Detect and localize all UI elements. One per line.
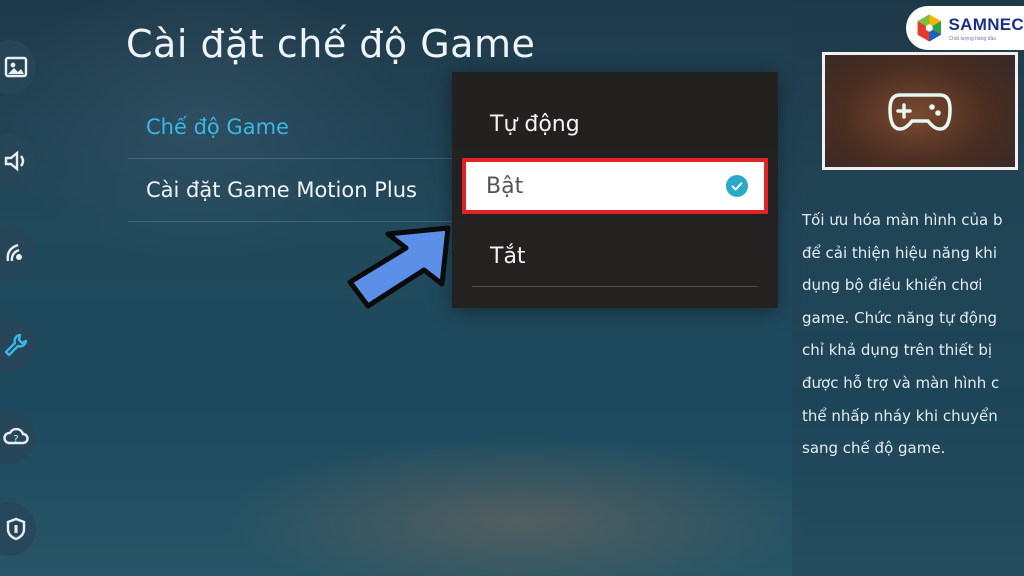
sidebar-item-picture[interactable] (0, 40, 36, 94)
gamepad-icon (888, 93, 952, 131)
sidebar-rail: ? (0, 0, 44, 576)
sidebar-item-general[interactable] (0, 318, 36, 372)
brand-logo: SAMNEC Chất lượng hàng đầu (906, 6, 1024, 50)
sidebar-item-support[interactable]: ? (0, 410, 36, 464)
logo-name: SAMNEC (948, 14, 1024, 34)
support-cloud-icon: ? (3, 427, 29, 445)
sidebar-item-broadcast[interactable] (0, 226, 36, 280)
logo-tagline: Chất lượng hàng đầu (948, 35, 997, 42)
logo-mark-icon (917, 14, 941, 42)
sound-icon (4, 150, 25, 172)
option-on[interactable]: Bật (462, 158, 768, 214)
svg-text:?: ? (13, 434, 18, 445)
preview-image (822, 52, 1018, 170)
option-auto[interactable]: Tự động (472, 96, 758, 152)
divider (472, 286, 758, 287)
option-on-label: Bật (486, 173, 524, 199)
pointer-arrow-icon (347, 225, 451, 309)
sidebar-item-sound[interactable] (0, 134, 36, 188)
game-mode-dropdown: Tự động Bật Tắt (452, 72, 778, 308)
menu-item-game-motion-plus[interactable]: Cài đặt Game Motion Plus (128, 159, 468, 222)
option-off[interactable]: Tắt (472, 228, 758, 284)
sidebar-item-privacy[interactable] (0, 502, 36, 556)
broadcast-icon (6, 243, 22, 262)
settings-menu: Chế độ Game Cài đặt Game Motion Plus (128, 96, 468, 222)
wrench-icon (4, 333, 28, 357)
check-icon (726, 175, 748, 197)
description-text: Tối ưu hóa màn hình của b để cải thiện h… (802, 211, 1003, 458)
picture-icon (4, 56, 28, 78)
page-title: Cài đặt chế độ Game (126, 22, 536, 66)
shield-icon (6, 517, 26, 541)
menu-item-game-mode[interactable]: Chế độ Game (128, 96, 468, 159)
